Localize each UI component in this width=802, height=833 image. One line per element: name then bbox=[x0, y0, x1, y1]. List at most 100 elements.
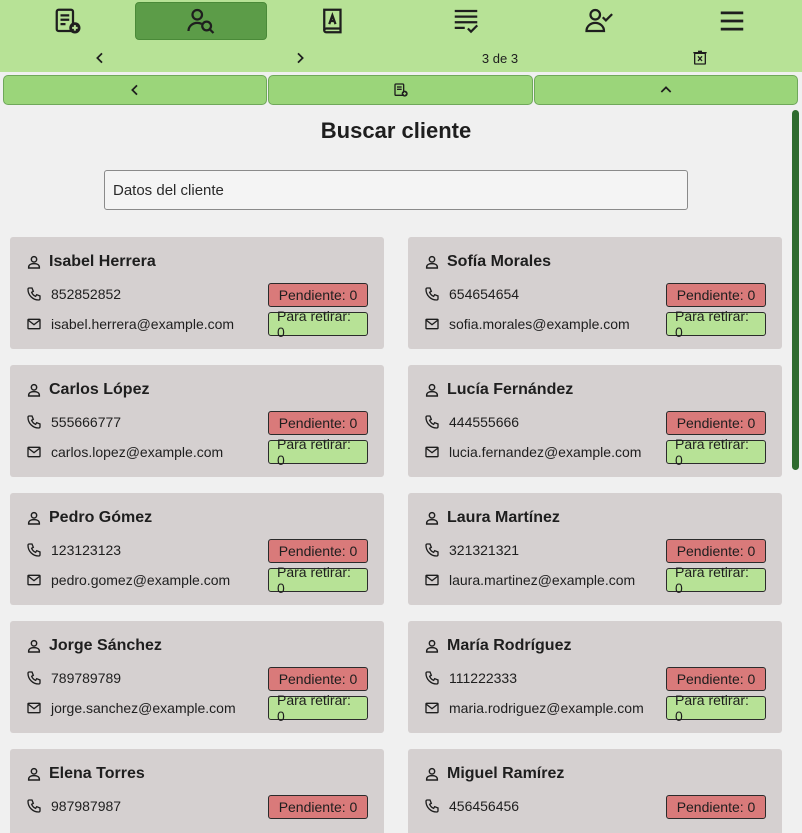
ready-badge[interactable]: Para retirar: 0 bbox=[666, 692, 766, 724]
client-card[interactable]: María Rodríguez 111222333 maria.rodrigue… bbox=[408, 621, 782, 733]
user-icon bbox=[425, 767, 439, 781]
client-card[interactable]: Jorge Sánchez 789789789 jorge.sanchez@ex… bbox=[10, 621, 384, 733]
mail-icon bbox=[425, 318, 439, 330]
ready-badge[interactable]: Para retirar: 0 bbox=[268, 564, 368, 596]
client-name: Isabel Herrera bbox=[49, 253, 156, 270]
client-name-row: Carlos López bbox=[26, 381, 149, 399]
new-order-icon bbox=[393, 83, 408, 97]
client-card[interactable]: Miguel Ramírez 456456456 Pendiente: 0 bbox=[408, 749, 782, 833]
client-email: jorge.sanchez@example.com bbox=[51, 700, 236, 716]
phone-icon bbox=[425, 543, 439, 557]
client-phone: 987987987 bbox=[51, 798, 122, 814]
pending-badge[interactable]: Pendiente: 0 bbox=[268, 667, 368, 691]
client-card[interactable]: Laura Martínez 321321321 laura.martinez@… bbox=[408, 493, 782, 605]
ready-badge[interactable]: Para retirar: 0 bbox=[268, 308, 368, 340]
chevron-right-icon bbox=[297, 52, 304, 64]
client-name-row: María Rodríguez bbox=[424, 637, 571, 655]
phone-icon bbox=[425, 799, 439, 813]
client-search-input[interactable] bbox=[104, 170, 688, 210]
client-name: Lucía Fernández bbox=[447, 381, 574, 398]
pager-prev-button[interactable] bbox=[84, 46, 116, 70]
phone-icon bbox=[27, 287, 41, 301]
user-icon bbox=[27, 511, 41, 525]
clear-pages-button[interactable] bbox=[684, 46, 716, 70]
pending-badge[interactable]: Pendiente: 0 bbox=[666, 411, 766, 435]
user-icon bbox=[27, 639, 41, 653]
new-order-button[interactable] bbox=[268, 75, 533, 105]
client-card[interactable]: Pedro Gómez 123123123 pedro.gomez@exampl… bbox=[10, 493, 384, 605]
client-card[interactable]: Sofía Morales 654654654 sofia.morales@ex… bbox=[408, 237, 782, 349]
pager-next-button[interactable] bbox=[284, 46, 316, 70]
client-search-panel[interactable]: Buscar cliente Isabel Herrera 852852852 … bbox=[0, 108, 790, 833]
nav-address-book-button[interactable] bbox=[267, 2, 399, 40]
nav-search-client-button[interactable] bbox=[135, 2, 267, 40]
mail-icon bbox=[27, 574, 41, 586]
client-name: Elena Torres bbox=[49, 765, 145, 782]
client-email-row: lucia.fernandez@example.com bbox=[424, 444, 641, 460]
client-email: pedro.gomez@example.com bbox=[51, 572, 231, 588]
phone-icon bbox=[27, 671, 41, 685]
scrollbar[interactable] bbox=[792, 110, 799, 470]
nav-new-order-button[interactable] bbox=[2, 2, 134, 40]
ready-badge[interactable]: Para retirar: 0 bbox=[666, 308, 766, 340]
mail-icon bbox=[425, 574, 439, 586]
client-email-row: maria.rodriguez@example.com bbox=[424, 700, 644, 716]
pending-badge[interactable]: Pendiente: 0 bbox=[268, 283, 368, 307]
pending-badge[interactable]: Pendiente: 0 bbox=[268, 411, 368, 435]
client-name: Miguel Ramírez bbox=[447, 765, 565, 782]
pending-badge[interactable]: Pendiente: 0 bbox=[666, 667, 766, 691]
client-name: María Rodríguez bbox=[447, 637, 572, 654]
nav-user-check-button[interactable] bbox=[533, 2, 665, 40]
client-phone-row: 987987987 bbox=[26, 798, 121, 814]
client-card[interactable]: Carlos López 555666777 carlos.lopez@exam… bbox=[10, 365, 384, 477]
client-phone-row: 654654654 bbox=[424, 286, 519, 302]
menu-icon bbox=[720, 11, 744, 31]
client-name-row: Elena Torres bbox=[26, 765, 145, 783]
search-client-icon bbox=[187, 8, 215, 34]
client-phone: 456456456 bbox=[449, 798, 520, 814]
client-email: sofia.morales@example.com bbox=[449, 316, 630, 332]
ready-badge[interactable]: Para retirar: 0 bbox=[666, 564, 766, 596]
client-name-row: Laura Martínez bbox=[424, 509, 560, 527]
client-phone-row: 123123123 bbox=[26, 542, 121, 558]
client-email: carlos.lopez@example.com bbox=[51, 444, 224, 460]
top-toolbar: 3 de 3 bbox=[0, 0, 802, 72]
phone-icon bbox=[425, 671, 439, 685]
client-email: isabel.herrera@example.com bbox=[51, 316, 235, 332]
client-name: Pedro Gómez bbox=[49, 509, 153, 526]
client-name-row: Miguel Ramírez bbox=[424, 765, 564, 783]
user-icon bbox=[27, 383, 41, 397]
mail-icon bbox=[27, 446, 41, 458]
client-phone: 789789789 bbox=[51, 670, 122, 686]
phone-icon bbox=[425, 287, 439, 301]
client-email: laura.martinez@example.com bbox=[449, 572, 636, 588]
user-icon bbox=[27, 767, 41, 781]
client-name-row: Lucía Fernández bbox=[424, 381, 573, 399]
nav-menu-button[interactable] bbox=[666, 2, 798, 40]
client-phone-row: 321321321 bbox=[424, 542, 519, 558]
client-email: maria.rodriguez@example.com bbox=[449, 700, 644, 716]
nav-order-list-button[interactable] bbox=[400, 2, 532, 40]
phone-icon bbox=[27, 543, 41, 557]
client-card[interactable]: Lucía Fernández 444555666 lucia.fernande… bbox=[408, 365, 782, 477]
user-check-icon bbox=[585, 8, 613, 33]
client-email-row: sofia.morales@example.com bbox=[424, 316, 630, 332]
client-card[interactable]: Isabel Herrera 852852852 isabel.herrera@… bbox=[10, 237, 384, 349]
pending-badge[interactable]: Pendiente: 0 bbox=[666, 539, 766, 563]
pending-badge[interactable]: Pendiente: 0 bbox=[268, 795, 368, 819]
pending-badge[interactable]: Pendiente: 0 bbox=[666, 283, 766, 307]
phone-icon bbox=[27, 415, 41, 429]
pager-label: 3 de 3 bbox=[481, 50, 519, 66]
back-button[interactable] bbox=[3, 75, 267, 105]
order-list-icon bbox=[454, 9, 479, 34]
client-name: Carlos López bbox=[49, 381, 150, 398]
pending-badge[interactable]: Pendiente: 0 bbox=[268, 539, 368, 563]
ready-badge[interactable]: Para retirar: 0 bbox=[666, 436, 766, 468]
collapse-button[interactable] bbox=[534, 75, 798, 105]
ready-badge[interactable]: Para retirar: 0 bbox=[268, 692, 368, 724]
phone-icon bbox=[425, 415, 439, 429]
pending-badge[interactable]: Pendiente: 0 bbox=[666, 795, 766, 819]
pager: 3 de 3 bbox=[0, 46, 802, 70]
client-card[interactable]: Elena Torres 987987987 Pendiente: 0 bbox=[10, 749, 384, 833]
ready-badge[interactable]: Para retirar: 0 bbox=[268, 436, 368, 468]
